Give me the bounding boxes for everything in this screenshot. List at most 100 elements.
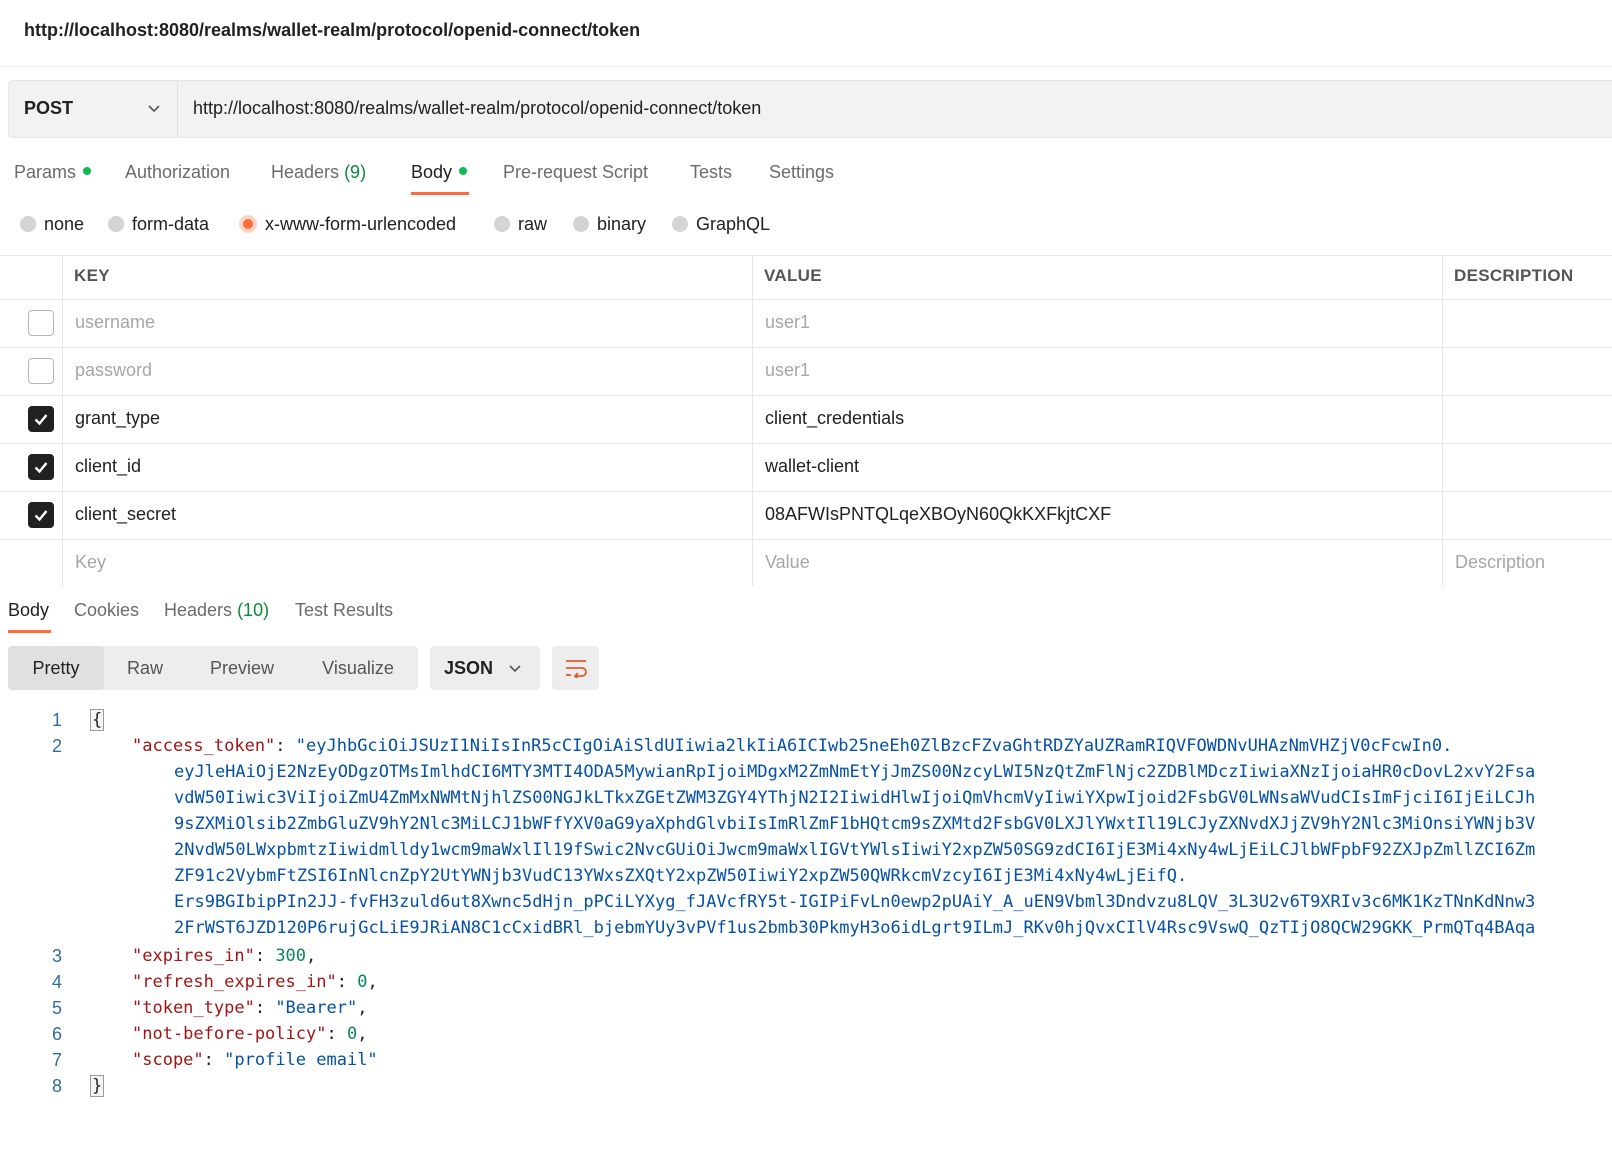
radio-urlencoded-label: x-www-form-urlencoded — [265, 214, 457, 234]
request-bar: POST http://localhost:8080/realms/wallet… — [8, 80, 1612, 138]
close-brace: } — [90, 1075, 105, 1097]
tab-settings[interactable]: Settings — [769, 162, 834, 183]
method-select[interactable]: POST — [9, 81, 178, 137]
radio-urlencoded[interactable]: x-www-form-urlencoded — [239, 214, 456, 235]
value-cell[interactable]: user1 — [752, 300, 1443, 347]
radio-none-label: none — [44, 214, 85, 234]
value-placeholder: Value — [765, 552, 810, 572]
response-body-viewer[interactable]: 1 2 3 4 5 6 7 8 { "access_token": "eyJhb… — [0, 706, 1612, 1156]
open-brace: { — [90, 709, 105, 731]
json-key: "scope" — [132, 1050, 204, 1070]
tab-tests[interactable]: Tests — [690, 162, 732, 183]
json-number: 300 — [275, 946, 307, 966]
tab-params[interactable]: Params — [14, 162, 92, 183]
radio-form-data-label: form-data — [132, 214, 210, 234]
radio-form-data[interactable]: form-data — [108, 214, 209, 235]
json-string: eyJleHAiOjE2NzEyODgzOTMsImlhdCI6MTY3MTI4… — [174, 762, 1536, 782]
row-checkbox-checked[interactable] — [28, 502, 54, 528]
row-checkbox-checked[interactable] — [28, 454, 54, 480]
json-string: "Bearer" — [275, 998, 358, 1018]
new-description-input[interactable]: Description — [1442, 540, 1612, 586]
row-checkbox-checked[interactable] — [28, 406, 54, 432]
line-number: 3 — [51, 946, 62, 966]
view-mode-group: Pretty Raw Preview Visualize — [8, 646, 418, 690]
line-number: 2 — [51, 736, 62, 756]
url-input[interactable]: http://localhost:8080/realms/wallet-real… — [193, 98, 761, 119]
view-preview-button[interactable]: Preview — [194, 646, 290, 690]
json-string: 2NvdW50LWxpbmtzIiwidmlldy1wcm9maWxlIl19f… — [174, 840, 1536, 860]
row-checkbox[interactable] — [28, 358, 54, 384]
value-text: user1 — [765, 360, 811, 380]
radio-binary-label: binary — [597, 214, 647, 234]
table-row: password user1 — [0, 348, 1612, 396]
view-visualize-button[interactable]: Visualize — [308, 646, 408, 690]
key-cell[interactable]: client_id — [62, 444, 753, 491]
request-title-bar: http://localhost:8080/realms/wallet-real… — [0, 0, 1612, 67]
resp-tab-body[interactable]: Body — [8, 600, 49, 621]
header-description: DESCRIPTION — [1454, 266, 1574, 285]
tab-authorization[interactable]: Authorization — [125, 162, 230, 183]
resp-tab-headers-label: Headers — [164, 600, 233, 620]
resp-tab-cookies[interactable]: Cookies — [74, 600, 139, 621]
check-icon — [34, 462, 48, 474]
tab-headers-label: Headers — [271, 162, 340, 182]
line-number: 4 — [51, 972, 62, 992]
resp-tab-headers[interactable]: Headers (10) — [164, 600, 269, 621]
json-key: "access_token" — [132, 736, 276, 756]
radio-none[interactable]: none — [20, 214, 84, 235]
json-string: "eyJhbGciOiJSUzI1NiIsInR5cCIgOiAiSldUIiw… — [295, 736, 1453, 756]
value-cell[interactable]: client_credentials — [752, 396, 1443, 443]
wrap-lines-icon — [566, 660, 587, 678]
key-cell[interactable]: username — [62, 300, 753, 347]
line-number: 5 — [51, 998, 62, 1018]
key-cell[interactable]: client_secret — [62, 492, 753, 539]
key-cell[interactable]: grant_type — [62, 396, 753, 443]
radio-binary[interactable]: binary — [573, 214, 646, 235]
line-number: 8 — [51, 1076, 62, 1096]
resp-headers-count: (10) — [237, 600, 270, 620]
description-cell[interactable] — [1442, 396, 1612, 443]
line-number: 6 — [51, 1024, 62, 1044]
method-label: POST — [24, 98, 74, 118]
active-resp-tab-indicator — [8, 630, 51, 633]
active-tab-indicator — [411, 192, 469, 195]
value-text: user1 — [765, 312, 811, 332]
radio-graphql-label: GraphQL — [696, 214, 771, 234]
radio-circle — [672, 216, 688, 232]
new-value-input[interactable]: Value — [752, 540, 1443, 586]
tab-pre-request-script[interactable]: Pre-request Script — [503, 162, 648, 183]
key-text: password — [75, 360, 153, 380]
view-raw-button[interactable]: Raw — [108, 646, 182, 690]
value-cell[interactable]: 08AFWIsPNTQLqeXBOyN60QkKXFkjtCXF — [752, 492, 1443, 539]
header-value: VALUE — [764, 266, 822, 285]
body-indicator-dot — [459, 167, 468, 175]
body-type-selector: none form-data x-www-form-urlencoded raw… — [0, 206, 1612, 244]
value-cell[interactable]: user1 — [752, 348, 1443, 395]
wrap-lines-button[interactable] — [552, 646, 599, 690]
header-value-cell: VALUE — [752, 256, 1443, 299]
tab-headers[interactable]: Headers (9) — [271, 162, 366, 183]
json-string: vdW50Iiwic3ViIjoiZmU4ZmMxNWMtNjhlZS00NGJ… — [174, 788, 1536, 808]
request-title[interactable]: http://localhost:8080/realms/wallet-real… — [24, 20, 640, 41]
radio-graphql[interactable]: GraphQL — [672, 214, 770, 235]
tab-body[interactable]: Body — [411, 162, 468, 183]
description-placeholder: Description — [1455, 552, 1546, 572]
description-cell[interactable] — [1442, 444, 1612, 491]
radio-raw[interactable]: raw — [494, 214, 547, 235]
view-pretty-button[interactable]: Pretty — [8, 646, 104, 690]
description-cell[interactable] — [1442, 300, 1612, 347]
row-checkbox[interactable] — [28, 310, 54, 336]
new-key-input[interactable]: Key — [62, 540, 753, 586]
description-cell[interactable] — [1442, 348, 1612, 395]
json-key: "expires_in" — [132, 946, 255, 966]
key-cell[interactable]: password — [62, 348, 753, 395]
table-row: client_id wallet-client — [0, 444, 1612, 492]
json-string: 2FrWST6JZD120P6rujGcLiE9JRiAN8C1cCxidBRl… — [174, 918, 1536, 938]
tab-params-label: Params — [14, 162, 77, 182]
value-cell[interactable]: wallet-client — [752, 444, 1443, 491]
json-number: 0 — [346, 1024, 358, 1044]
description-cell[interactable] — [1442, 492, 1612, 539]
resp-tab-test-results[interactable]: Test Results — [295, 600, 393, 621]
format-label: JSON — [444, 658, 494, 678]
format-select[interactable]: JSON — [430, 646, 540, 690]
